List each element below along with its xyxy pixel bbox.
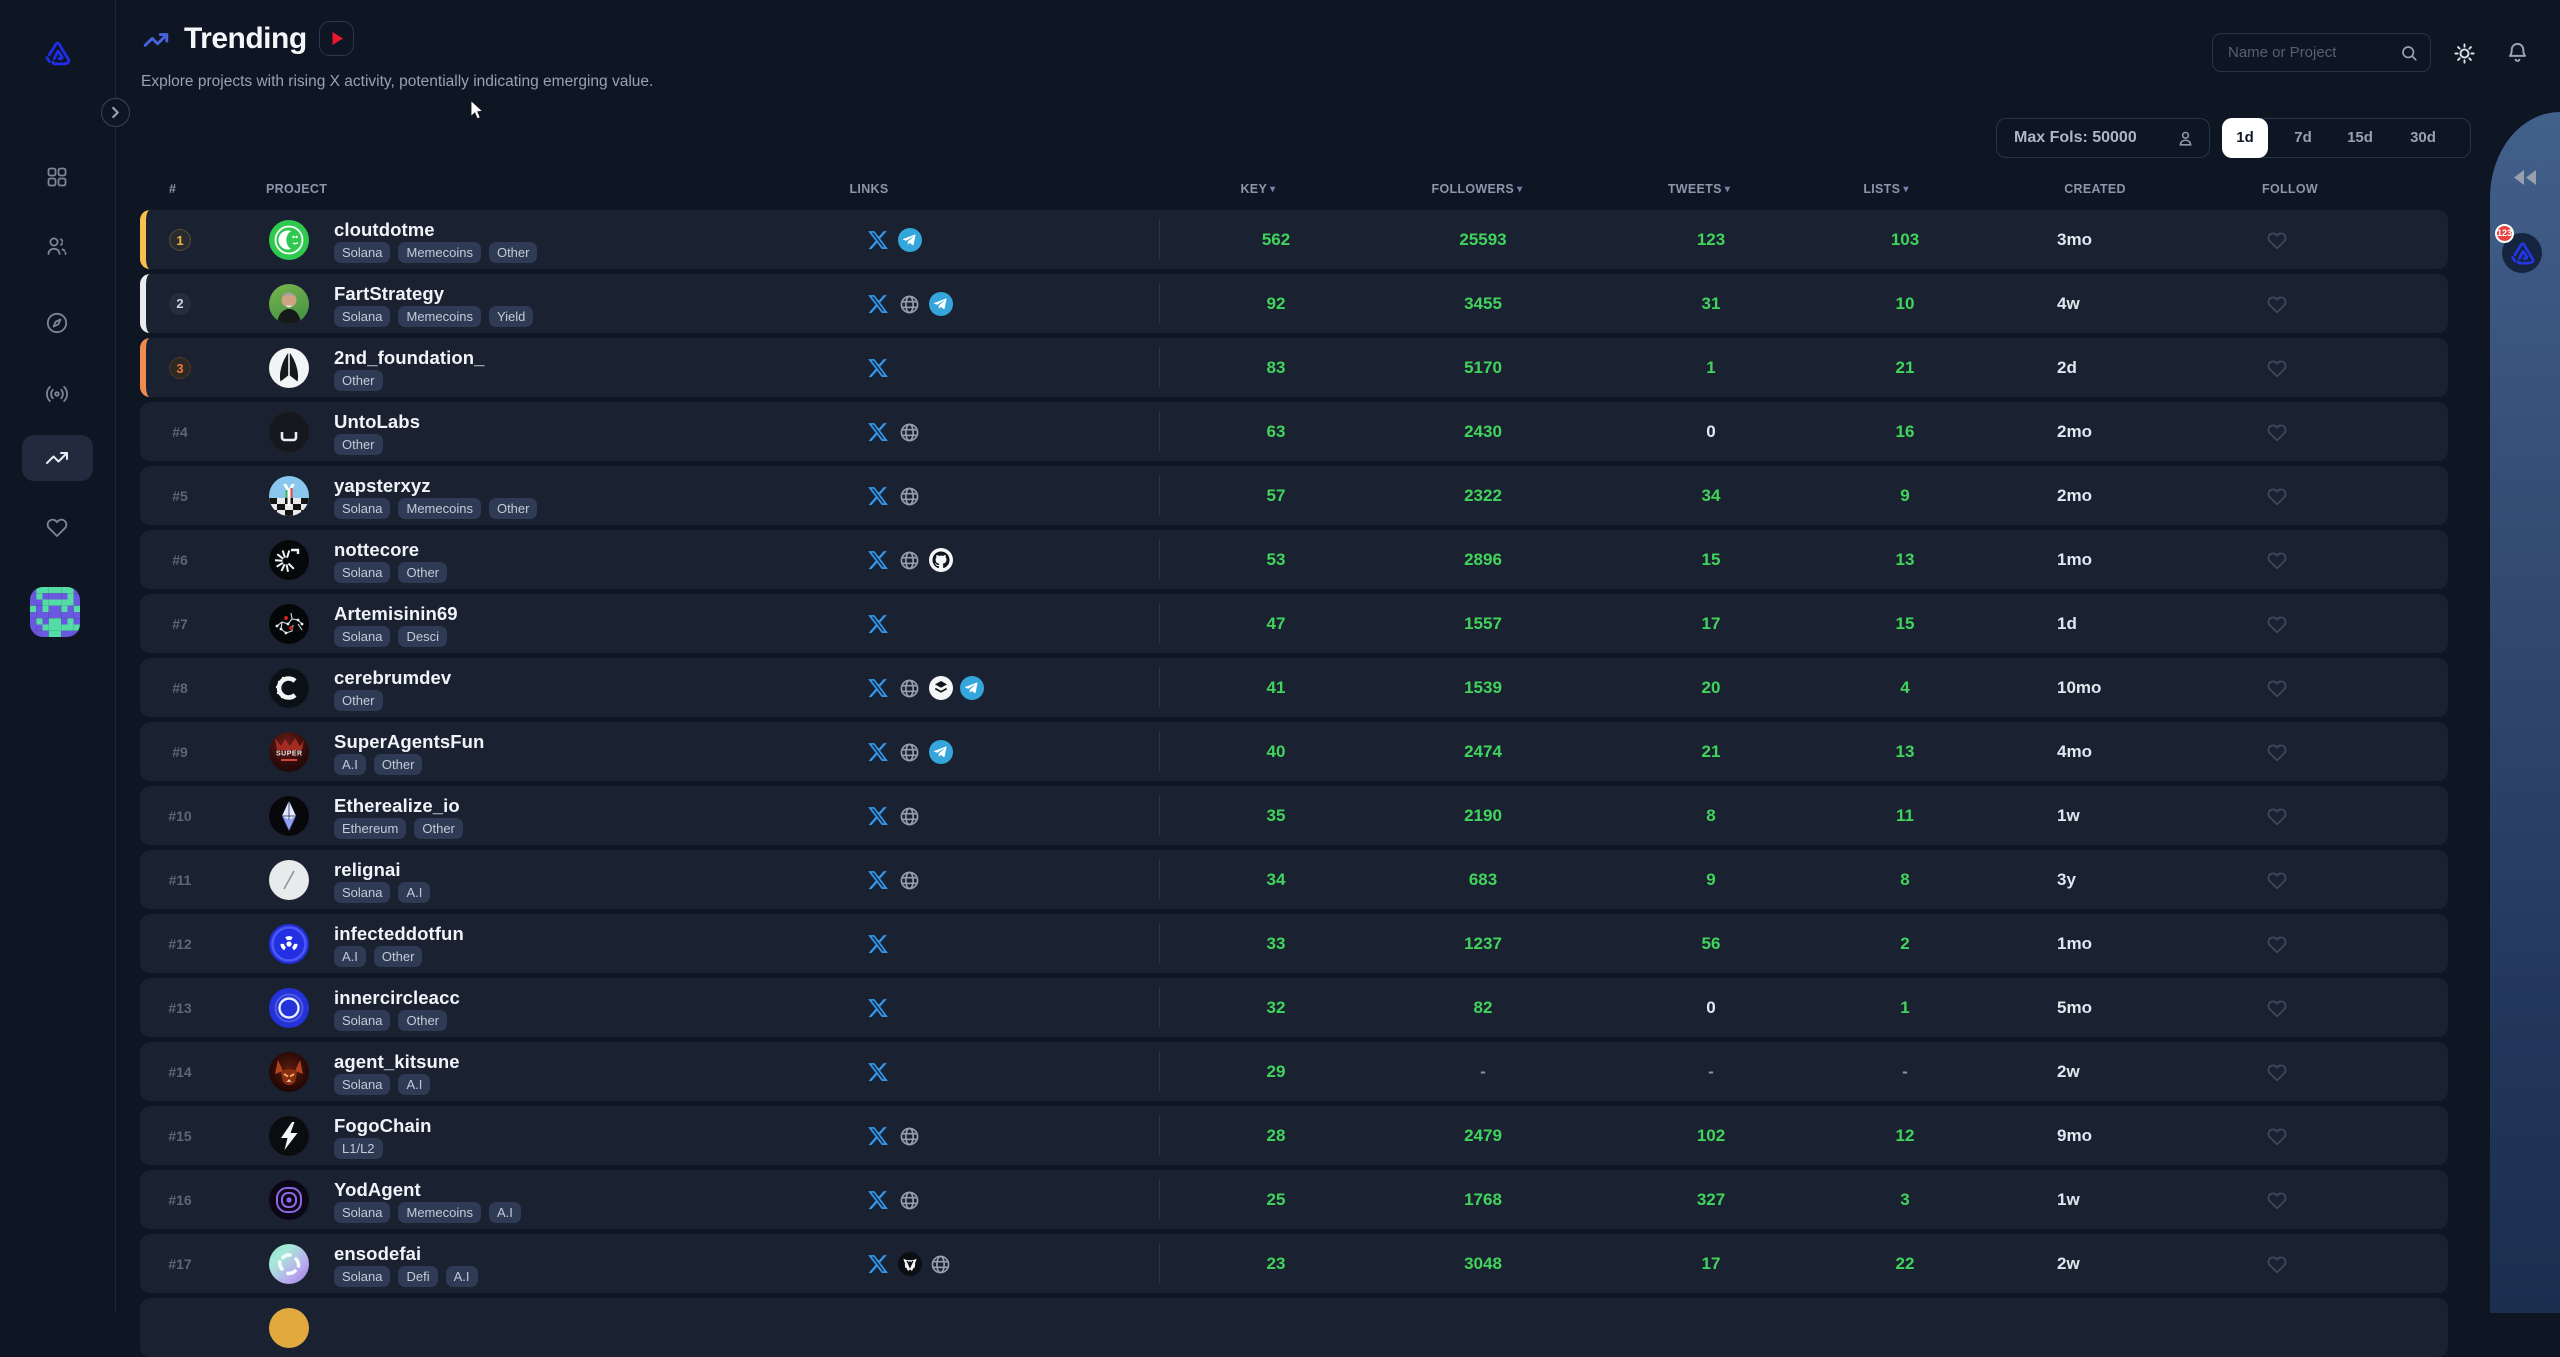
svg-text:SUPER: SUPER	[276, 750, 303, 757]
